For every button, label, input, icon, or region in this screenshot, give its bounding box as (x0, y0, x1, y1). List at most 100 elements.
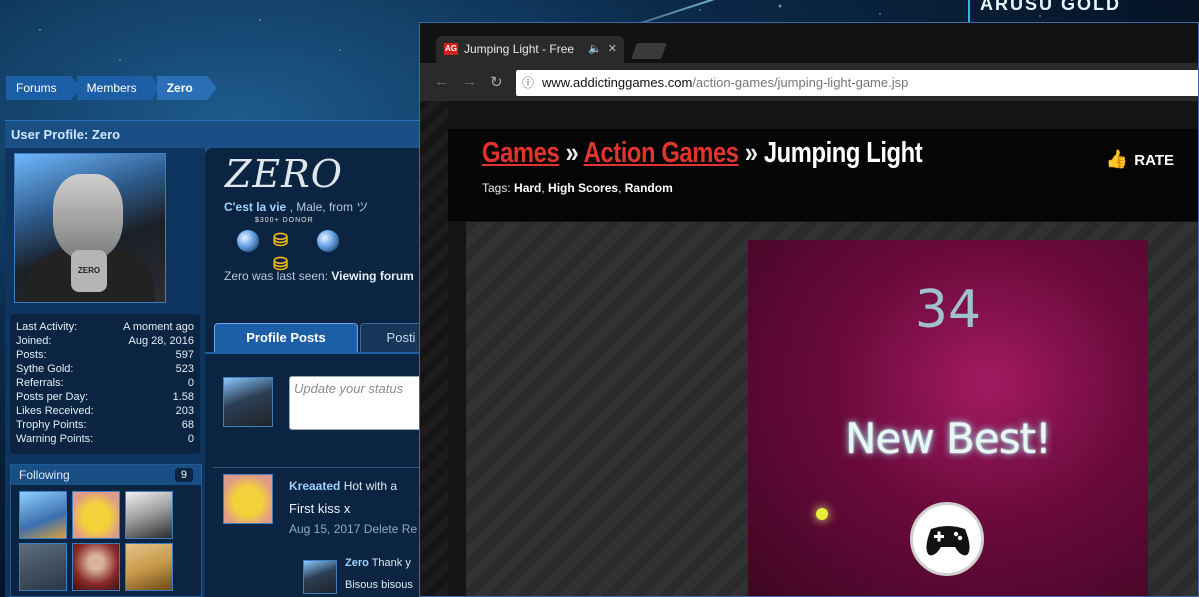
comment-author-link[interactable]: Zero (345, 557, 369, 569)
browser-tab[interactable]: AG Jumping Light - Free 🔈 ✕ (436, 36, 624, 63)
stat-label: Trophy Points: (16, 419, 87, 431)
profile-stats: Last Activity: A moment ago Joined: Aug 28… (10, 314, 200, 454)
crumb-separator: » (565, 137, 579, 169)
game-title: Jumping Light (763, 137, 923, 169)
user-from-label: from (328, 200, 353, 214)
stat-value: 203 (175, 405, 194, 417)
post-preview: Hot with a (343, 479, 398, 493)
avatar[interactable]: ZERO (15, 154, 165, 302)
following-avatar[interactable] (125, 543, 173, 591)
stat-value: 523 (175, 363, 194, 375)
tag-link[interactable]: High Scores (548, 181, 618, 195)
following-header[interactable]: Following 9 (11, 465, 201, 485)
orb-icon (317, 230, 339, 252)
following-avatar[interactable] (72, 491, 120, 539)
stat-value: Aug 28, 2016 (128, 335, 194, 347)
user-tagline: C'est la vie (224, 200, 287, 214)
stat-label: Posts per Day: (16, 391, 89, 403)
my-avatar[interactable] (223, 377, 273, 427)
last-seen-prefix: Zero was last seen: (224, 269, 329, 283)
browser-window: AG Jumping Light - Free 🔈 ✕ ← → ↻ ⓘ www.… (419, 22, 1199, 597)
stat-label: Posts: (16, 349, 47, 361)
back-arrow-icon[interactable]: ← (434, 73, 449, 90)
url-host: www.addictinggames.com (542, 75, 693, 90)
stat-row: Posts: 597 (16, 348, 194, 362)
stat-row: Sythe Gold: 523 (16, 362, 194, 376)
breadcrumb-zero[interactable]: Zero (156, 76, 217, 100)
game-area: 34 New Best! (466, 222, 1198, 596)
status-input[interactable]: Update your status (289, 376, 429, 430)
following-avatar[interactable] (72, 543, 120, 591)
light-dot (816, 508, 828, 520)
post-body: First kiss x (289, 501, 351, 516)
following-label: Following (19, 468, 70, 482)
new-tab-button[interactable] (631, 43, 667, 59)
stat-value: 0 (187, 433, 194, 445)
stat-label: Joined: (16, 335, 52, 347)
following-avatar[interactable] (19, 491, 67, 539)
browser-toolbar: ← → ↻ ⓘ www.addictinggames.com/action-ga… (420, 63, 1198, 101)
stat-value: 1.58 (172, 391, 194, 403)
reload-icon[interactable]: ↻ (490, 73, 503, 91)
info-icon[interactable]: ⓘ (522, 70, 534, 96)
tag-link[interactable]: Random (625, 181, 673, 195)
game-breadcrumb: Games » Action Games » Jumping Light (482, 137, 923, 170)
profile-sidebar: ZERO Last Activity: A moment ago Joined: A… (5, 148, 205, 597)
crumb-games-link[interactable]: Games (482, 137, 560, 169)
tab-profile-posts[interactable]: Profile Posts (214, 323, 358, 353)
game-score: 34 (914, 280, 982, 340)
post-author-link[interactable]: Kreaated (289, 479, 340, 493)
stat-label: Likes Received: (16, 405, 94, 417)
crumb-separator: » (744, 137, 758, 169)
stat-label: Referrals: (16, 377, 64, 389)
stat-label: Last Activity: (16, 321, 78, 333)
rate-button[interactable]: 👍 RATE (1106, 149, 1174, 170)
donor-badge: $300+ DONOR (255, 217, 314, 224)
divider (213, 467, 423, 468)
stat-row: Joined: Aug 28, 2016 (16, 334, 194, 348)
new-best-message: New Best! (845, 414, 1052, 463)
post-author-avatar[interactable] (223, 474, 273, 524)
last-seen-link[interactable]: Viewing forum (331, 269, 413, 283)
gold-stack-icon: ⛁⛁ (273, 230, 289, 274)
stat-row: Trophy Points: 68 (16, 418, 194, 432)
following-box: Following 9 (10, 464, 202, 597)
stat-row: Posts per Day: 1.58 (16, 390, 194, 404)
web-page: Games » Action Games » Jumping Light Tag… (420, 101, 1198, 596)
stat-row: Referrals: 0 (16, 376, 194, 390)
post-delete-link[interactable]: Delete (364, 522, 399, 536)
following-avatar[interactable] (125, 491, 173, 539)
game-canvas[interactable]: 34 New Best! (748, 240, 1148, 596)
address-bar[interactable]: ⓘ www.addictinggames.com/action-games/ju… (516, 70, 1198, 96)
stat-row: Last Activity: A moment ago (16, 320, 194, 334)
breadcrumb-forums[interactable]: Forums (6, 76, 81, 100)
thumbs-up-icon: 👍 (1105, 149, 1129, 169)
tag-link[interactable]: Hard (514, 181, 541, 195)
crumb-action-games-link[interactable]: Action Games (584, 137, 739, 169)
speaker-icon[interactable]: 🔈 (588, 36, 602, 63)
close-tab-icon[interactable]: ✕ (608, 36, 617, 63)
browser-tabstrip: AG Jumping Light - Free 🔈 ✕ (420, 23, 1198, 63)
forward-arrow-icon[interactable]: → (462, 73, 477, 90)
following-count-badge: 9 (174, 468, 193, 482)
orb-icon (237, 230, 259, 252)
profile-header: User Profile: Zero (5, 120, 420, 148)
post-more-link[interactable]: Re (402, 522, 417, 536)
user-blurb: C'est la vie , Male, from ツ (224, 198, 368, 215)
breadcrumb-members[interactable]: Members (76, 76, 161, 100)
user-location: ツ (356, 200, 369, 214)
following-avatar[interactable] (19, 543, 67, 591)
stat-value[interactable]: 68 (182, 418, 194, 432)
stat-value[interactable]: 597 (176, 348, 194, 362)
stat-label: Warning Points: (16, 433, 94, 445)
profile-main: ZERO C'est la vie , Male, from ツ $300+ D… (205, 148, 442, 597)
comment-author-avatar[interactable] (303, 560, 337, 594)
gamepad-button[interactable] (910, 502, 984, 576)
comment-header: Zero Thank y (345, 557, 411, 569)
post-header: Kreaated Hot with a (289, 479, 397, 493)
avatar-hand: ZERO (71, 250, 107, 292)
post-date[interactable]: Aug 15, 2017 (289, 522, 360, 536)
url-path: /action-games/jumping-light-game.jsp (692, 75, 909, 90)
brand-banner: ARUSU GOLD (968, 0, 1199, 22)
game-tags: Tags: Hard, High Scores, Random (482, 181, 673, 195)
